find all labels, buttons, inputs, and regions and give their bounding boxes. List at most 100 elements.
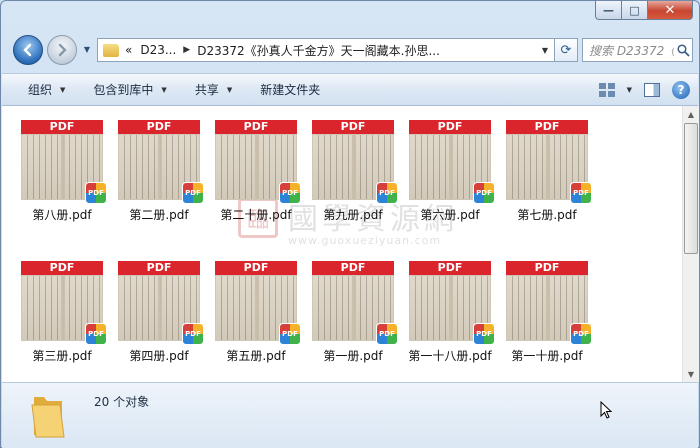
pdf-thumbnail: PDF PDF bbox=[312, 261, 398, 345]
pdf-label: PDF bbox=[118, 261, 200, 275]
file-item[interactable]: PDF PDF 第八册.pdf bbox=[16, 120, 108, 223]
caret-down-icon: ▼ bbox=[161, 85, 167, 94]
vertical-scrollbar[interactable]: ▲ ▼ bbox=[682, 106, 699, 382]
change-view-icon[interactable] bbox=[598, 82, 615, 97]
organize-menu[interactable]: 组织 ▼ bbox=[2, 74, 79, 105]
file-item[interactable]: PDF PDF 第一十八册.pdf bbox=[404, 261, 496, 364]
folder-icon bbox=[103, 43, 119, 57]
file-item[interactable]: PDF PDF 第三册.pdf bbox=[16, 261, 108, 364]
refresh-button[interactable]: ⟳ bbox=[554, 38, 578, 62]
file-name: 第一十册.pdf bbox=[511, 349, 583, 363]
pdf-app-icon: PDF bbox=[182, 323, 204, 345]
refresh-icon: ⟳ bbox=[560, 42, 572, 58]
breadcrumb-item[interactable]: D23... bbox=[140, 43, 176, 57]
details-pane: 20 个对象 bbox=[2, 382, 698, 448]
pdf-app-icon: PDF bbox=[279, 182, 301, 204]
recent-pages-dropdown[interactable]: ▼ bbox=[81, 45, 93, 57]
scroll-up-icon[interactable]: ▲ bbox=[683, 106, 699, 122]
caption-buttons: — □ ✕ bbox=[595, 1, 693, 21]
file-name: 第七册.pdf bbox=[517, 208, 577, 222]
minimize-button[interactable]: — bbox=[595, 1, 622, 20]
pdf-label: PDF bbox=[409, 261, 491, 275]
view-controls: ▼ ? bbox=[598, 74, 690, 105]
file-name: 第六册.pdf bbox=[420, 208, 480, 222]
address-dropdown[interactable]: ▼ bbox=[536, 39, 554, 61]
file-name: 第八册.pdf bbox=[32, 208, 92, 222]
file-name: 第三册.pdf bbox=[32, 349, 92, 363]
address-bar[interactable]: « D23... ▶ D23372《孙真人千金方》天一阁藏本.孙思... ▼ bbox=[97, 38, 555, 62]
file-item[interactable]: PDF PDF 第五册.pdf bbox=[210, 261, 302, 364]
organize-label: 组织 bbox=[28, 83, 53, 97]
share-menu[interactable]: 共享 ▼ bbox=[181, 74, 246, 105]
pdf-app-icon: PDF bbox=[85, 323, 107, 345]
new-folder-label: 新建文件夹 bbox=[260, 83, 321, 97]
file-name: 第二册.pdf bbox=[129, 208, 189, 222]
pdf-app-icon: PDF bbox=[376, 323, 398, 345]
item-count: 20 个对象 bbox=[94, 395, 150, 409]
arrow-right-icon bbox=[58, 43, 67, 57]
pdf-app-icon: PDF bbox=[182, 182, 204, 204]
pdf-label: PDF bbox=[312, 120, 394, 134]
command-bar: 组织 ▼ 包含到库中 ▼ 共享 ▼ 新建文件夹 ▼ ? bbox=[2, 73, 698, 106]
chevron-right-icon[interactable]: ▶ bbox=[183, 45, 190, 55]
file-list[interactable]: 臨 國學資源網 www.guoxueziyuan.com PDF PDF 第八册.p… bbox=[2, 106, 682, 382]
file-item[interactable]: PDF PDF 第四册.pdf bbox=[113, 261, 205, 364]
file-item[interactable]: PDF PDF 第一册.pdf bbox=[307, 261, 399, 364]
pdf-thumbnail: PDF PDF bbox=[21, 261, 107, 345]
share-label: 共享 bbox=[194, 83, 219, 97]
new-folder-button[interactable]: 新建文件夹 bbox=[246, 74, 334, 105]
pdf-app-icon: PDF bbox=[570, 323, 592, 345]
pdf-label: PDF bbox=[21, 120, 103, 134]
file-name: 第一册.pdf bbox=[323, 349, 383, 363]
caret-down-icon: ▼ bbox=[60, 85, 66, 94]
maximize-button[interactable]: □ bbox=[622, 1, 648, 20]
pdf-app-icon: PDF bbox=[85, 182, 107, 204]
pdf-thumbnail: PDF PDF bbox=[506, 261, 592, 345]
pdf-label: PDF bbox=[21, 261, 103, 275]
pdf-label: PDF bbox=[312, 261, 394, 275]
pdf-thumbnail: PDF PDF bbox=[506, 120, 592, 204]
file-item[interactable]: PDF PDF 第六册.pdf bbox=[404, 120, 496, 223]
pdf-app-icon: PDF bbox=[473, 182, 495, 204]
preview-pane-icon[interactable] bbox=[644, 82, 660, 97]
watermark-url: www.guoxueziyuan.com bbox=[288, 234, 442, 247]
pdf-thumbnail: PDF PDF bbox=[21, 120, 107, 204]
close-button[interactable]: ✕ bbox=[648, 1, 693, 20]
pdf-thumbnail: PDF PDF bbox=[409, 120, 495, 204]
pdf-thumbnail: PDF PDF bbox=[215, 261, 301, 345]
file-item[interactable]: PDF PDF 第二册.pdf bbox=[113, 120, 205, 223]
pdf-label: PDF bbox=[409, 120, 491, 134]
pdf-label: PDF bbox=[506, 120, 588, 134]
search-input[interactable]: 搜索 D23372《... bbox=[582, 38, 693, 62]
pdf-thumbnail: PDF PDF bbox=[312, 120, 398, 204]
search-placeholder: 搜索 D23372《... bbox=[589, 43, 674, 58]
back-button[interactable] bbox=[13, 35, 43, 65]
folder-icon bbox=[31, 397, 65, 438]
pdf-app-icon: PDF bbox=[570, 182, 592, 204]
pdf-label: PDF bbox=[118, 120, 200, 134]
file-item[interactable]: PDF PDF 第七册.pdf bbox=[501, 120, 593, 223]
caret-down-icon: ▼ bbox=[226, 85, 233, 94]
pdf-app-icon: PDF bbox=[376, 182, 398, 204]
caret-down-icon[interactable]: ▼ bbox=[627, 86, 632, 94]
pdf-thumbnail: PDF PDF bbox=[118, 261, 204, 345]
breadcrumb-overflow[interactable]: « bbox=[125, 43, 132, 57]
arrow-left-icon bbox=[23, 43, 32, 57]
scrollbar-thumb[interactable] bbox=[684, 123, 698, 254]
file-name: 第一十八册.pdf bbox=[408, 349, 492, 363]
explorer-window: — □ ✕ ▼ « D23... ▶ D23372《孙真人千金方》天一阁藏本.孙… bbox=[0, 0, 700, 448]
mouse-cursor-icon bbox=[600, 401, 612, 419]
include-in-library-label: 包含到库中 bbox=[93, 83, 154, 97]
file-name: 第九册.pdf bbox=[323, 208, 383, 222]
scroll-down-icon[interactable]: ▼ bbox=[683, 366, 699, 382]
pdf-thumbnail: PDF PDF bbox=[215, 120, 301, 204]
file-item[interactable]: PDF PDF 第一十册.pdf bbox=[501, 261, 593, 364]
forward-button[interactable] bbox=[47, 35, 77, 65]
file-item[interactable]: PDF PDF 第九册.pdf bbox=[307, 120, 399, 223]
help-icon[interactable]: ? bbox=[672, 80, 690, 99]
search-icon[interactable] bbox=[674, 41, 692, 59]
pdf-label: PDF bbox=[215, 120, 297, 134]
include-in-library-menu[interactable]: 包含到库中 ▼ bbox=[79, 74, 180, 105]
file-item[interactable]: PDF PDF 第二十册.pdf bbox=[210, 120, 302, 223]
breadcrumb-item[interactable]: D23372《孙真人千金方》天一阁藏本.孙思... bbox=[197, 42, 440, 59]
